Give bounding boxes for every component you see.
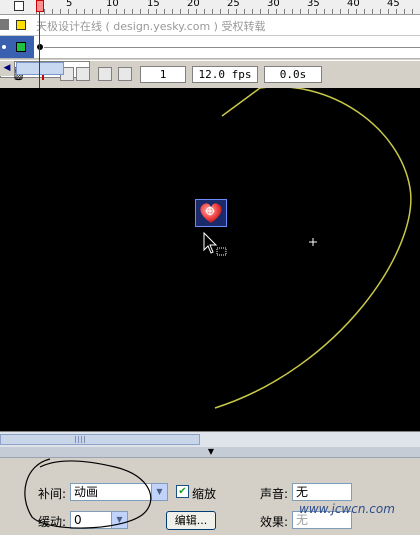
effect-label: 效果: — [260, 515, 289, 529]
frame-rate-field: 12.0 fps — [192, 66, 258, 83]
ruler-number: 25 — [227, 0, 240, 9]
scroll-left-icon[interactable]: ◀ — [0, 61, 15, 76]
current-frame-field: 1 — [140, 66, 186, 83]
modify-onion-markers-icon[interactable] — [118, 67, 132, 81]
heart-symbol[interactable] — [195, 199, 227, 227]
ruler-number: 10 — [106, 0, 119, 9]
layer-color-box[interactable] — [16, 42, 26, 52]
elapsed-time-field: 0.0s — [264, 66, 322, 83]
tween-track[interactable] — [44, 47, 420, 48]
onion-outline-icon[interactable] — [76, 67, 90, 81]
watermark-text: www.jcwcn.com — [299, 502, 395, 516]
ruler-number: 20 — [187, 0, 200, 9]
layer-color-box[interactable] — [16, 20, 26, 30]
ruler-ticks — [36, 9, 420, 14]
outline-toggle-icon[interactable] — [14, 1, 24, 11]
motion-guide-path[interactable] — [214, 88, 412, 409]
layer-name-cell[interactable] — [0, 36, 34, 58]
timeline-panel: 5 10 15 20 25 30 35 40 45 天极设计在线 ( desig… — [0, 0, 420, 89]
stage-horizontal-scrollbar[interactable] — [0, 431, 420, 448]
tween-label: 补间: — [38, 487, 67, 501]
chevron-down-icon[interactable]: ▼ — [111, 512, 127, 528]
layer-icon — [0, 19, 9, 30]
playhead[interactable] — [36, 0, 44, 88]
tween-select[interactable]: 动画 ▼ — [70, 483, 168, 501]
ease-input-value: 0 — [74, 513, 82, 527]
scale-label: 缩放 — [192, 487, 217, 501]
collapse-arrow-icon[interactable]: ▼ — [204, 447, 218, 457]
layer-row-selected[interactable] — [0, 36, 420, 59]
edit-ease-button[interactable]: 编辑... — [166, 511, 216, 530]
stage-scroll-thumb[interactable] — [0, 434, 200, 445]
watermark: www.jcwcn.com — [295, 470, 420, 530]
sound-label: 声音: — [260, 487, 289, 501]
layer-frame-text: 天极设计在线 ( design.yesky.com ) 受权转载 — [36, 20, 266, 33]
heart-icon — [200, 203, 222, 223]
ease-input[interactable]: 0 ▼ — [70, 511, 128, 529]
move-cursor-icon — [203, 231, 227, 256]
crosshair-icon — [309, 238, 317, 246]
ruler-number: 15 — [147, 0, 160, 9]
scale-checkbox[interactable]: ✔ — [176, 485, 189, 498]
motion-guide-svg — [203, 88, 412, 409]
ease-label: 缓动: — [38, 515, 67, 529]
layer-dot-icon — [2, 45, 6, 49]
ruler-number: 45 — [387, 0, 400, 9]
chevron-down-icon[interactable]: ▼ — [151, 484, 167, 500]
edit-multiple-frames-icon[interactable] — [98, 67, 112, 81]
stage-canvas[interactable] — [0, 88, 420, 431]
ruler-number: 30 — [267, 0, 280, 9]
ruler-number: 40 — [347, 0, 360, 9]
frame-ruler[interactable]: 5 10 15 20 25 30 35 40 45 — [0, 0, 420, 15]
layer-row-text[interactable]: 天极设计在线 ( design.yesky.com ) 受权转载 — [0, 15, 420, 36]
tween-select-value: 动画 — [74, 485, 99, 499]
timeline-status-bar: 🗑 1 12.0 fps 0.0s ◀ — [0, 60, 420, 89]
ruler-number: 35 — [307, 0, 320, 9]
ruler-number: 5 — [66, 0, 73, 9]
